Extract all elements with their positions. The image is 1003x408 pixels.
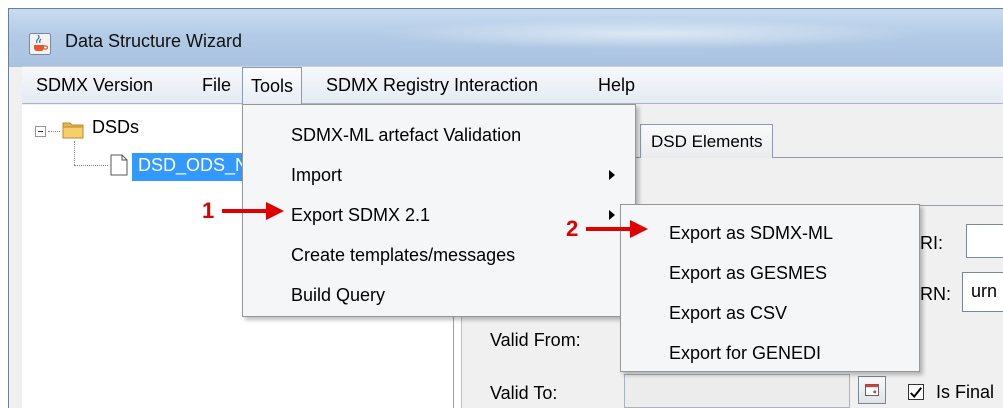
annotation-step-2: 2 bbox=[566, 216, 579, 241]
calendar-button[interactable] bbox=[858, 376, 886, 404]
menu-tools[interactable]: Tools bbox=[242, 67, 303, 104]
menu-item-build-query[interactable]: Build Query bbox=[243, 275, 635, 315]
menu-file[interactable]: File bbox=[194, 67, 239, 103]
menu-item-label: Import bbox=[291, 165, 343, 185]
title-bar-glare bbox=[369, 19, 929, 49]
title-bar: Data Structure Wizard bbox=[9, 9, 1003, 67]
uri-field[interactable] bbox=[966, 224, 1003, 258]
tools-menu: SDMX-ML artefact Validation Import Expor… bbox=[242, 104, 636, 317]
red-arrow-icon bbox=[586, 220, 648, 238]
tree-connector bbox=[74, 141, 75, 165]
tab-dsd-elements[interactable]: DSD Elements bbox=[640, 124, 774, 158]
valid-from-label: Valid From: bbox=[490, 330, 581, 350]
menu-item-label: Export as GESMES bbox=[669, 263, 828, 283]
tree-collapse-toggle[interactable] bbox=[35, 126, 46, 137]
is-final-checkbox[interactable] bbox=[908, 384, 924, 400]
menu-item-label: SDMX-ML artefact Validation bbox=[291, 125, 522, 145]
annotation-step-1: 1 bbox=[202, 198, 215, 223]
calendar-icon bbox=[865, 383, 879, 397]
checkmark-icon bbox=[910, 387, 923, 398]
menu-item-import[interactable]: Import bbox=[243, 155, 635, 195]
tree-item-dsd-ods[interactable]: DSD_ODS_N bbox=[132, 153, 248, 181]
valid-to-field[interactable] bbox=[624, 374, 850, 408]
menu-item-label: Export SDMX 2.1 bbox=[291, 205, 431, 225]
menu-sdmx-registry-interaction[interactable]: SDMX Registry Interaction bbox=[318, 67, 546, 103]
tree-connector bbox=[48, 131, 60, 132]
menu-item-label: Build Query bbox=[291, 285, 386, 305]
menu-item-label: Export for GENEDI bbox=[669, 343, 822, 363]
menu-help[interactable]: Help bbox=[590, 67, 643, 103]
valid-to-label: Valid To: bbox=[490, 383, 558, 403]
is-final-label: Is Final bbox=[936, 382, 995, 402]
menu-item-export-sdmx-ml[interactable]: Export as SDMX-ML bbox=[621, 213, 919, 253]
urn-label: RN: bbox=[920, 284, 951, 304]
menu-item-label: Create templates/messages bbox=[291, 245, 516, 265]
menu-item-export-genedi[interactable]: Export for GENEDI bbox=[621, 333, 919, 373]
window-title: Data Structure Wizard bbox=[65, 31, 243, 51]
export-submenu: Export as SDMX-ML Export as GESMES Expor… bbox=[620, 204, 920, 372]
menu-item-export-csv[interactable]: Export as CSV bbox=[621, 293, 919, 333]
menu-item-label: Export as CSV bbox=[669, 303, 788, 323]
menu-item-export-gesmes[interactable]: Export as GESMES bbox=[621, 253, 919, 293]
uri-label: RI: bbox=[920, 233, 944, 253]
red-arrow-icon bbox=[222, 202, 284, 220]
menu-item-artefact-validation[interactable]: SDMX-ML artefact Validation bbox=[243, 115, 635, 155]
urn-field[interactable]: urn bbox=[962, 272, 1003, 312]
tree-connector bbox=[74, 165, 108, 166]
java-coffee-cup-icon bbox=[29, 33, 51, 55]
submenu-arrow-icon bbox=[609, 170, 615, 180]
folder-icon bbox=[62, 122, 84, 139]
menu-item-label: Export as SDMX-ML bbox=[669, 223, 834, 243]
menu-sdmx-version[interactable]: SDMX Version bbox=[28, 67, 161, 103]
menubar: SDMX Version File Tools SDMX Registry In… bbox=[22, 66, 1003, 104]
tree-root-label[interactable]: DSDs bbox=[92, 117, 139, 138]
file-icon bbox=[110, 154, 128, 176]
